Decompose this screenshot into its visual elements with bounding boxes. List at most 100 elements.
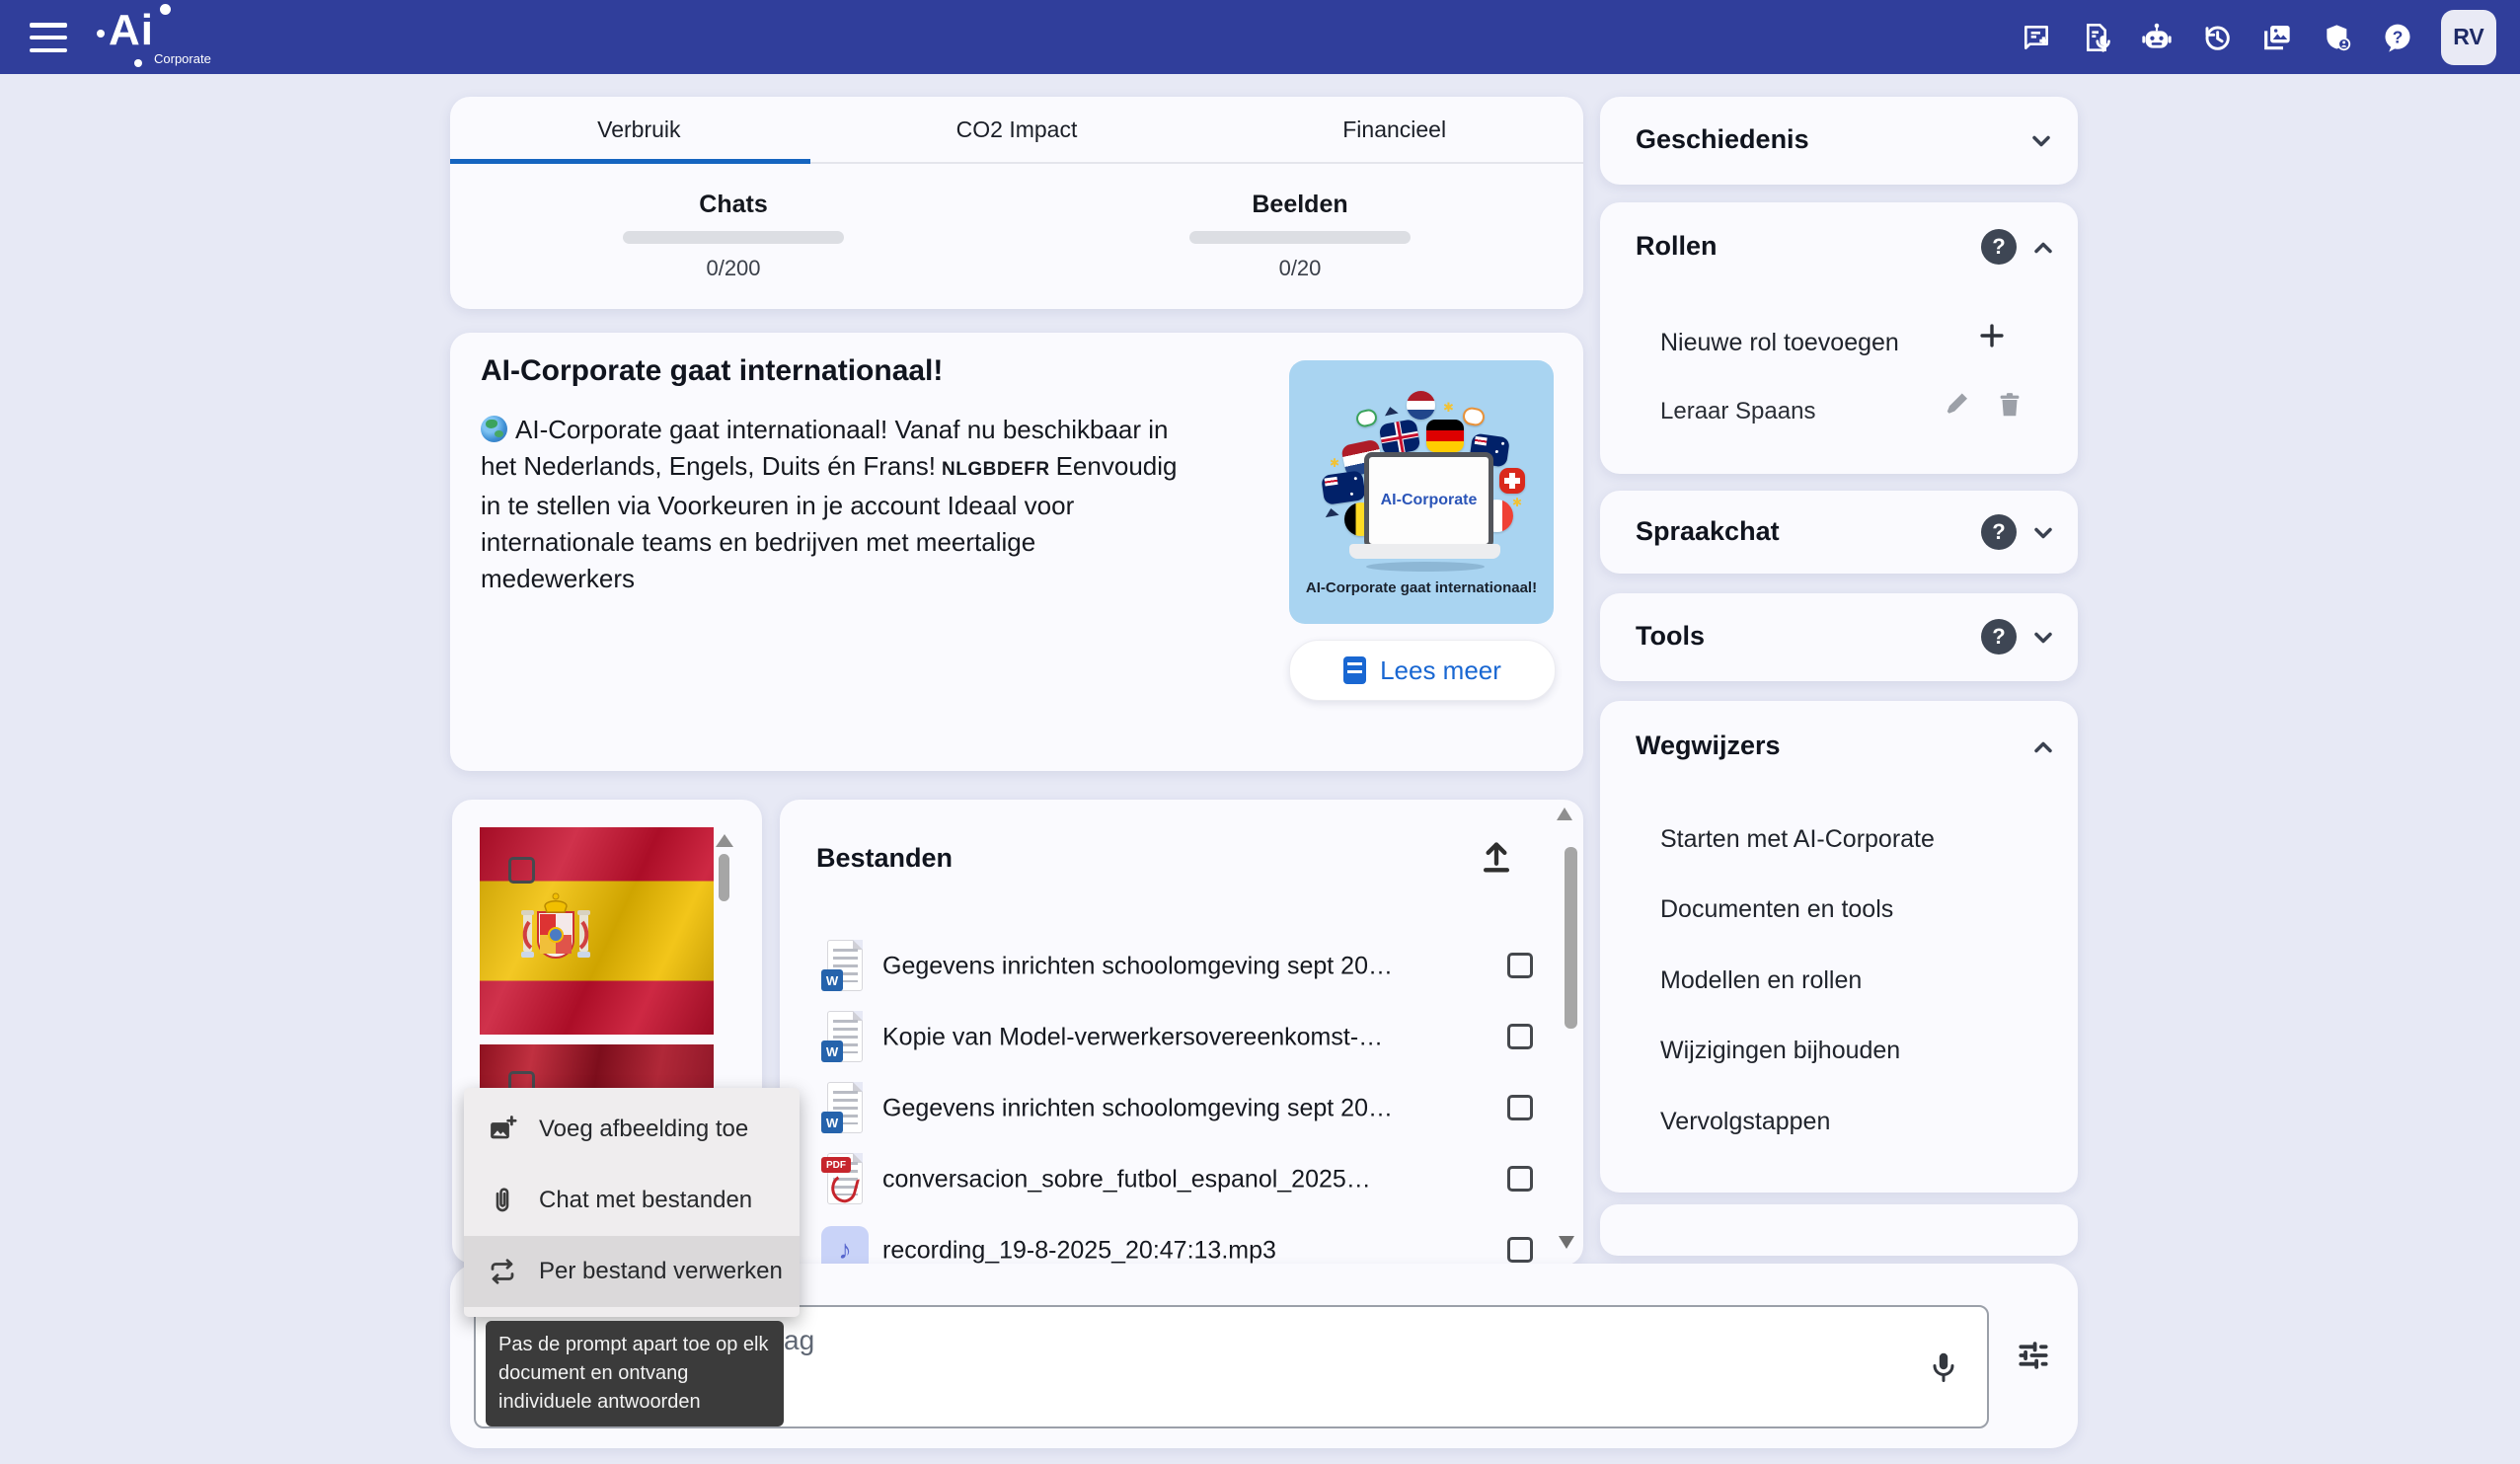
tools-help-icon[interactable]: ? — [1981, 619, 2017, 655]
question-glyph: ? — [1992, 234, 2005, 260]
logo-subtext: Corporate — [154, 51, 211, 66]
gear-yellow: ✱ — [1512, 496, 1522, 509]
mic-icon[interactable] — [1926, 1346, 1961, 1389]
chevron-down-icon[interactable] — [2026, 516, 2060, 550]
roles-title: Rollen — [1636, 231, 1718, 262]
files-scroll-down[interactable] — [1559, 1236, 1574, 1249]
file-name: conversacion_sobre_futbol_espanol_2025… — [882, 1166, 1371, 1194]
file-checkbox[interactable] — [1507, 1024, 1533, 1049]
top-bar: Ai Corporate — [0, 0, 2520, 74]
file-checkbox[interactable] — [1507, 1095, 1533, 1120]
laptop-base — [1349, 544, 1500, 559]
app-logo[interactable]: Ai Corporate — [95, 4, 243, 71]
tab-co2-impact[interactable]: CO2 Impact — [828, 97, 1206, 162]
history-card[interactable]: Geschiedenis — [1600, 97, 2078, 185]
menu-item-chat-with-files[interactable]: Chat met bestanden — [464, 1165, 800, 1236]
beelden-label: Beelden — [1252, 191, 1347, 219]
chats-value: 0/200 — [706, 256, 760, 281]
topbar-actions: ? RV — [2020, 0, 2496, 74]
illustration-caption: AI-Corporate gaat internationaal! — [1289, 579, 1554, 596]
word-badge: W — [821, 1112, 843, 1133]
tab-label: Verbruik — [597, 116, 680, 143]
media-library-icon[interactable] — [2260, 21, 2294, 54]
book-green — [1354, 408, 1378, 429]
laptop-screen: AI-Corporate — [1364, 452, 1493, 549]
tools-card[interactable]: Tools ? — [1600, 593, 2078, 681]
bot-icon[interactable] — [2140, 21, 2174, 54]
read-more-button[interactable]: Lees meer — [1289, 640, 1556, 701]
tune-settings-icon[interactable] — [2015, 1337, 2052, 1374]
news-body: AI-Corporate gaat internationaal! Vanaf … — [481, 412, 1184, 597]
voice-help-icon[interactable]: ? — [1981, 514, 2017, 550]
image-checkbox[interactable] — [508, 857, 535, 884]
sidebar-footer-strip — [1600, 1204, 2078, 1256]
word-file-icon: W — [821, 940, 865, 993]
voice-chat-card[interactable]: Spraakchat ? — [1600, 491, 2078, 574]
history-icon[interactable] — [2200, 21, 2234, 54]
guide-link-starten[interactable]: Starten met AI-Corporate — [1660, 819, 1935, 859]
file-row[interactable]: PDF conversacion_sobre_futbol_espanol_20… — [780, 1148, 1560, 1211]
guide-link-documenten[interactable]: Documenten en tools — [1660, 889, 1893, 929]
beelden-value: 0/20 — [1279, 256, 1322, 281]
menu-item-process-per-file[interactable]: Per bestand verwerken — [464, 1236, 800, 1307]
add-role-button[interactable]: Nieuwe rol toevoegen — [1660, 329, 1899, 357]
files-title: Bestanden — [816, 843, 953, 874]
chevron-up-icon[interactable] — [2026, 731, 2060, 764]
new-chat-icon[interactable] — [2020, 21, 2053, 54]
file-checkbox[interactable] — [1507, 1166, 1533, 1192]
file-row[interactable]: W Kopie van Model-verwerkersovereenkomst… — [780, 1006, 1560, 1069]
file-name: Kopie van Model-verwerkersovereenkomst-… — [882, 1024, 1383, 1052]
attachment-context-menu: Voeg afbeelding toe Chat met bestanden P… — [464, 1088, 800, 1317]
word-badge: W — [821, 969, 843, 991]
usage-tabs: Verbruik CO2 Impact Financieel — [450, 97, 1583, 164]
gear-yellow: ✱ — [1443, 400, 1454, 416]
menu-icon[interactable] — [30, 23, 67, 52]
flag-germany — [1426, 420, 1464, 452]
files-card: Bestanden W Gegevens inrichten schoolomg… — [780, 800, 1583, 1266]
avatar[interactable]: RV — [2441, 10, 2496, 65]
trash-icon[interactable] — [1995, 390, 2024, 424]
flag-switzerland — [1499, 468, 1525, 494]
chevron-down-icon[interactable] — [2026, 621, 2060, 655]
file-checkbox[interactable] — [1507, 953, 1533, 978]
menu-item-label: Chat met bestanden — [539, 1187, 752, 1214]
pdf-badge: PDF — [821, 1157, 851, 1173]
tab-financieel[interactable]: Financieel — [1205, 97, 1583, 162]
logo-text: Ai — [109, 6, 154, 55]
plus-icon[interactable] — [1975, 319, 2009, 357]
chevron-down-icon[interactable] — [2024, 124, 2058, 158]
menu-item-add-image[interactable]: Voeg afbeelding toe — [464, 1094, 800, 1165]
guide-link-modellen[interactable]: Modellen en rollen — [1660, 961, 1862, 1000]
word-badge: W — [821, 1040, 843, 1062]
roles-help-icon[interactable]: ? — [1981, 229, 2017, 265]
music-note: ♪ — [838, 1235, 852, 1266]
privacy-shield-icon[interactable] — [2321, 21, 2354, 54]
role-item[interactable]: Leraar Spaans — [1660, 398, 1815, 425]
flag-australia-2 — [1321, 470, 1366, 505]
word-file-icon: W — [821, 1082, 865, 1135]
help-icon[interactable]: ? — [2381, 21, 2414, 54]
news-illustration: ✱ ✱ ✱ AI-Corporate AI-Corporate gaat int… — [1289, 360, 1554, 624]
file-row[interactable]: W Gegevens inrichten schoolomgeving sept… — [780, 1077, 1560, 1140]
file-row[interactable]: W Gegevens inrichten schoolomgeving sept… — [780, 935, 1560, 998]
gallery-scrollbar-thumb[interactable] — [719, 854, 729, 901]
guide-link-vervolgstappen[interactable]: Vervolgstappen — [1660, 1102, 1830, 1141]
files-scroll-up[interactable] — [1557, 808, 1572, 820]
audio-file-icon: ♪ — [821, 1226, 869, 1266]
upload-icon[interactable] — [1477, 837, 1516, 877]
files-scrollbar-thumb[interactable] — [1565, 847, 1577, 1029]
voice-transcript-icon[interactable] — [2080, 21, 2113, 54]
question-glyph: ? — [1992, 519, 2005, 545]
tools-title: Tools — [1636, 621, 1705, 652]
chevron-up-icon[interactable] — [2026, 231, 2060, 265]
spain-coat-of-arms — [521, 888, 590, 973]
edit-pencil-icon[interactable] — [1944, 390, 1973, 424]
gallery-scroll-up[interactable] — [716, 834, 733, 847]
tab-verbruik[interactable]: Verbruik — [450, 97, 828, 162]
gear-yellow: ✱ — [1330, 456, 1339, 470]
file-checkbox[interactable] — [1507, 1237, 1533, 1263]
file-name: recording_19-8-2025_20:47:13.mp3 — [882, 1237, 1276, 1266]
guide-link-wijzigingen[interactable]: Wijzigingen bijhouden — [1660, 1031, 1900, 1070]
guides-title: Wegwijzers — [1636, 731, 1781, 761]
file-row[interactable]: ♪ recording_19-8-2025_20:47:13.mp3 — [780, 1219, 1560, 1266]
